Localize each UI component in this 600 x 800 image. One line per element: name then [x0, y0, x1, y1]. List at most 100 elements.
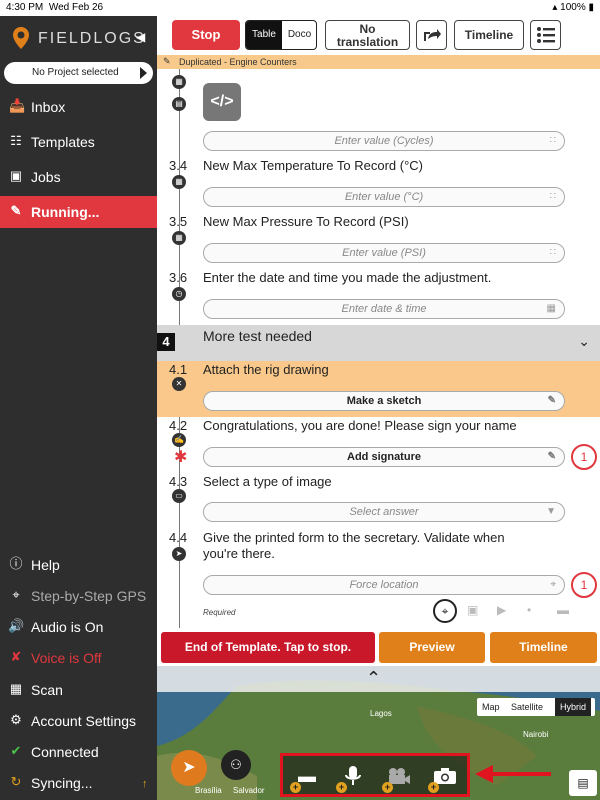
- help-icon: ⓘ: [9, 556, 23, 571]
- chat-bubble-button[interactable]: ⚇: [221, 750, 251, 780]
- qr-icon: ▦: [9, 681, 23, 696]
- add-signature-button[interactable]: Add signature ✎: [203, 447, 565, 467]
- plus-icon: +: [428, 782, 439, 793]
- question-number: 4.1: [169, 362, 188, 377]
- question-number: 3.5: [169, 214, 188, 229]
- pencil-icon: ✎: [547, 451, 556, 462]
- add-photo-button[interactable]: +: [426, 759, 464, 795]
- cycles-input[interactable]: Enter value (Cycles) ∷: [203, 131, 565, 151]
- signature-icon: ✍: [172, 433, 186, 447]
- section-title: More test needed: [203, 328, 312, 344]
- attachment-options: ⌖ ▣ ▶ • ▬: [433, 599, 593, 625]
- question-text: New Max Temperature To Record (°C): [203, 158, 424, 173]
- sidebar-item-templates[interactable]: ☷ Templates: [0, 126, 157, 158]
- arrow-right-icon: ➤: [172, 547, 186, 561]
- question-text: Give the printed form to the secretary. …: [203, 530, 505, 545]
- map-type-satellite[interactable]: Satellite: [511, 702, 543, 712]
- locate-me-button[interactable]: ➤: [171, 750, 207, 786]
- map-type-hybrid[interactable]: Hybrid: [555, 698, 592, 716]
- timeline-button[interactable]: Timeline: [490, 632, 597, 663]
- share-button[interactable]: [416, 20, 447, 50]
- inbox-icon: 📥: [9, 98, 26, 113]
- location-pin-icon: ⌖: [550, 579, 556, 590]
- force-location-field[interactable]: Force location ⌖: [203, 575, 565, 595]
- add-comment-button[interactable]: ▬ +: [288, 759, 326, 795]
- map-label: Lagos: [370, 709, 392, 718]
- add-video-button[interactable]: +: [380, 759, 418, 795]
- table-view-button[interactable]: Table: [246, 21, 282, 49]
- sidebar-item-syncing[interactable]: ↻ Syncing...: [0, 769, 157, 797]
- mic-off-icon: ✘: [10, 649, 22, 664]
- plus-icon: +: [290, 782, 301, 793]
- sidebar-item-jobs[interactable]: ▣ Jobs: [0, 161, 157, 193]
- location-pin-icon[interactable]: ⌖: [433, 599, 457, 623]
- timeline-top-button[interactable]: Timeline: [454, 20, 524, 50]
- error-count-badge[interactable]: 1: [571, 444, 597, 470]
- sidebar-item-voice[interactable]: ✘ Voice is Off: [0, 644, 157, 672]
- map-fullscreen-button[interactable]: ▤: [569, 770, 597, 796]
- map-label: Nairobi: [523, 730, 549, 739]
- error-count-badge[interactable]: 1: [571, 572, 597, 598]
- quick-media-bar: ▬ + + + +: [280, 753, 470, 797]
- map-view[interactable]: ⌃︎ Map Satellite Hybrid Lagos Nairobi Br…: [157, 666, 600, 800]
- pencil-icon: ✎: [10, 203, 22, 218]
- form-content[interactable]: ▦ ▤ </> Enter value (Cycles) ∷ 3.4 New M…: [157, 69, 600, 628]
- map-type-selector: Map Satellite Hybrid: [477, 698, 595, 716]
- status-bar: 4:30 PM Wed Feb 26 ▴ 100% ▮: [0, 0, 600, 16]
- top-toolbar: Stop Table Doco No translation Timeline: [157, 16, 600, 55]
- action-bar: End of Template. Tap to stop. Preview Ti…: [157, 628, 600, 666]
- comment-icon[interactable]: ▬: [557, 603, 569, 617]
- plus-icon: +: [382, 782, 393, 793]
- share-icon: [423, 29, 441, 41]
- numeric-field-icon: ▦: [172, 75, 186, 89]
- video-icon[interactable]: ▶: [497, 603, 506, 617]
- question-number: 4.2: [169, 418, 188, 433]
- sidebar: FIELDLOGS ◀ No Project selected 📥 Inbox …: [0, 16, 157, 800]
- preview-button[interactable]: Preview: [379, 632, 485, 663]
- list-field-icon: ▭: [172, 489, 186, 503]
- required-label: Required: [203, 608, 236, 617]
- clock-icon: ◷: [172, 287, 186, 301]
- max-pressure-input[interactable]: Enter value (PSI) ∷: [203, 243, 565, 263]
- sidebar-item-help[interactable]: ⓘ Help: [0, 551, 157, 579]
- end-of-template-button[interactable]: End of Template. Tap to stop.: [161, 632, 375, 663]
- make-sketch-button[interactable]: Make a sketch ✎: [203, 391, 565, 411]
- map-type-map[interactable]: Map: [482, 702, 500, 712]
- doco-view-button[interactable]: Doco: [282, 21, 316, 49]
- sidebar-item-audio[interactable]: 🔊 Audio is On: [0, 613, 157, 641]
- add-audio-button[interactable]: +: [334, 759, 372, 795]
- microphone-icon[interactable]: •: [527, 603, 531, 617]
- fieldlogs-logo: FIELDLOGS ◀: [12, 24, 152, 54]
- numeric-field-icon: ▦: [172, 175, 186, 189]
- question-number: 3.4: [169, 158, 188, 173]
- translation-button[interactable]: No translation: [325, 20, 410, 50]
- question-text: Congratulations, you are done! Please si…: [203, 418, 517, 433]
- plus-icon: +: [336, 782, 347, 793]
- camera-icon[interactable]: ▣: [467, 603, 478, 617]
- section-header-4[interactable]: 4 More test needed ⌄: [157, 325, 600, 361]
- logo-wordmark: FIELDLOGS: [38, 30, 146, 47]
- code-icon[interactable]: </>: [203, 83, 241, 121]
- logo-pin-icon: [13, 27, 29, 49]
- sidebar-item-scan[interactable]: ▦ Scan: [0, 676, 157, 704]
- microphone-icon: [345, 766, 361, 785]
- sidebar-item-inbox[interactable]: 📥 Inbox: [0, 91, 157, 123]
- gps-pin-icon: ⌖: [12, 587, 20, 602]
- duplicated-banner: ✎ Duplicated - Engine Counters: [157, 55, 600, 69]
- project-selector[interactable]: No Project selected: [4, 62, 153, 84]
- sidebar-item-gps[interactable]: ⌖ Step-by-Step GPS: [0, 582, 157, 610]
- keypad-icon: ∷: [549, 191, 556, 202]
- sidebar-item-connected: ✔ Connected: [0, 738, 157, 766]
- pencil-icon: ✎: [163, 56, 171, 66]
- date-time-input[interactable]: Enter date & time ▦: [203, 299, 565, 319]
- sidebar-item-account-settings[interactable]: ⚙ Account Settings: [0, 707, 157, 735]
- gear-icon: ⚙: [10, 712, 22, 727]
- map-collapse-handle[interactable]: ⌃︎: [157, 666, 600, 692]
- list-menu-button[interactable]: [530, 20, 561, 50]
- collapse-sidebar-icon[interactable]: ◀: [136, 30, 145, 44]
- stop-button[interactable]: Stop: [172, 20, 240, 50]
- image-type-select[interactable]: Select answer ▼: [203, 502, 565, 522]
- chevron-double-up-icon: ⌃︎: [366, 668, 382, 688]
- max-temperature-input[interactable]: Enter value (°C) ∷: [203, 187, 565, 207]
- sidebar-item-running[interactable]: ✎ Running...: [0, 196, 157, 228]
